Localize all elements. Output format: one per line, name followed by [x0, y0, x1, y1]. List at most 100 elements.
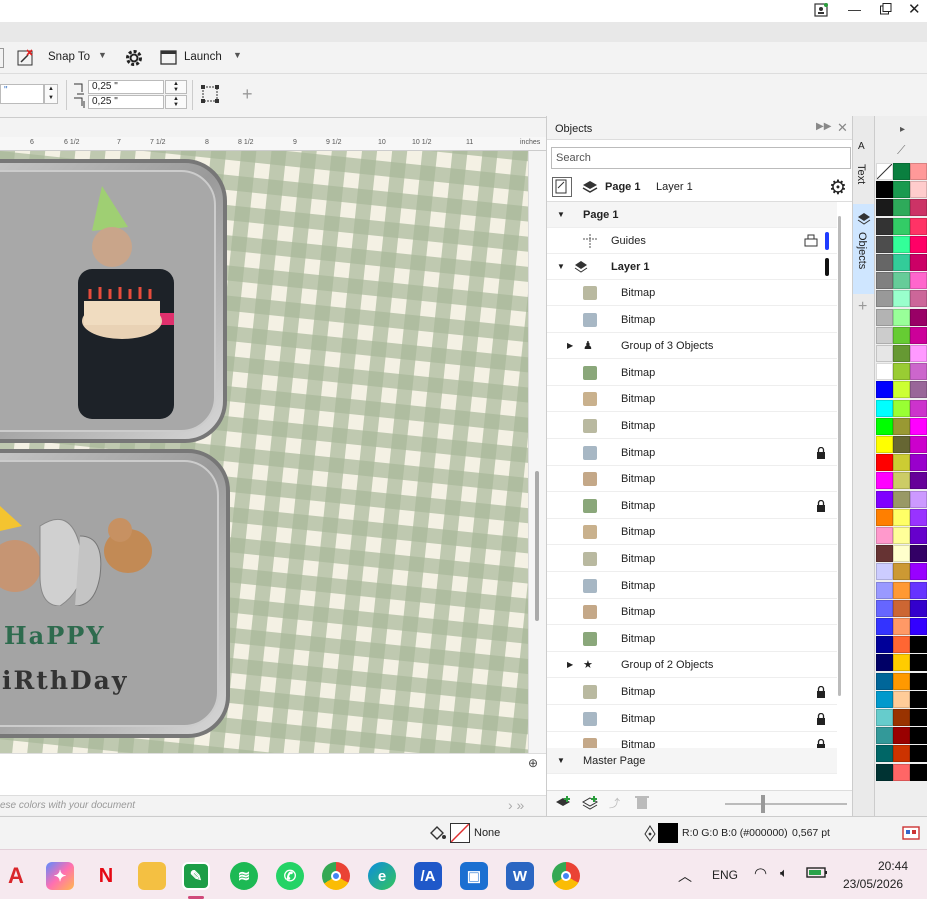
tree-guides-row[interactable]: Guides [547, 228, 837, 254]
color-swatch[interactable] [910, 345, 927, 362]
color-swatch[interactable] [910, 326, 927, 344]
color-swatch[interactable] [893, 690, 910, 708]
color-swatch[interactable] [876, 235, 893, 253]
color-swatch[interactable] [893, 545, 910, 563]
tree-layer-node[interactable]: ▼ Layer 1 [547, 254, 837, 280]
color-swatch[interactable] [910, 709, 927, 726]
lock-icon[interactable] [816, 499, 826, 512]
color-swatch[interactable] [893, 163, 910, 180]
color-swatch[interactable] [893, 381, 910, 399]
color-swatch[interactable] [893, 472, 910, 490]
color-swatch[interactable] [910, 599, 927, 617]
expand-caret-icon[interactable]: ▶ [567, 341, 573, 350]
tab-text[interactable]: Text [855, 164, 867, 184]
color-swatch[interactable] [893, 727, 910, 745]
color-swatch[interactable] [910, 199, 927, 217]
color-swatch[interactable] [876, 417, 893, 435]
color-swatch[interactable] [876, 436, 893, 453]
snap-to-chevron-icon[interactable]: ▼ [98, 50, 107, 60]
color-swatch[interactable] [893, 672, 910, 690]
coreldraw-icon[interactable]: ✎ [182, 862, 210, 890]
gear-icon[interactable] [124, 48, 144, 68]
color-swatch[interactable] [893, 490, 910, 508]
clock-date[interactable]: 23/05/2026 [843, 877, 903, 891]
tree-scroll-thumb[interactable] [838, 216, 841, 696]
color-swatch[interactable] [910, 399, 927, 417]
color-swatch[interactable] [876, 472, 893, 490]
color-swatch[interactable] [893, 290, 910, 308]
color-swatch[interactable] [893, 217, 910, 235]
birthday-boy-image[interactable] [0, 496, 170, 607]
color-swatch[interactable] [910, 181, 927, 199]
color-swatch[interactable] [876, 326, 893, 344]
color-swatch[interactable] [876, 563, 893, 581]
color-swatch[interactable] [910, 363, 927, 381]
delete-icon[interactable] [635, 794, 649, 813]
color-swatch[interactable] [910, 763, 927, 781]
chrome-icon[interactable] [322, 862, 350, 890]
nudge-x-stepper[interactable]: ▲ ▼ [165, 80, 187, 94]
edge-icon[interactable]: e [368, 862, 396, 890]
expand-caret-icon[interactable]: ▶ [567, 660, 573, 669]
position-field[interactable]: " [0, 84, 44, 104]
color-swatch[interactable] [893, 563, 910, 581]
color-swatch[interactable] [893, 436, 910, 453]
snap-to-label[interactable]: Snap To [48, 51, 90, 63]
tree-bitmap-row[interactable]: Bitmap [547, 307, 837, 333]
chrome-profile-icon[interactable] [552, 862, 580, 890]
tree-bitmap-row[interactable]: Bitmap [547, 599, 837, 626]
color-swatch[interactable] [876, 581, 893, 599]
nudge-y-field[interactable]: 0,25 " [88, 95, 164, 109]
color-swatch[interactable] [910, 417, 927, 435]
no-color-swatch[interactable] [876, 163, 893, 180]
add-icon[interactable]: + [242, 84, 253, 105]
color-swatch[interactable] [910, 472, 927, 490]
color-swatch[interactable] [876, 363, 893, 381]
color-swatch[interactable] [893, 636, 910, 654]
app-icon[interactable]: /A [414, 862, 442, 890]
tray-overflow-icon[interactable]: ︿ [678, 866, 692, 886]
eyedropper-icon[interactable]: ⟋ [897, 143, 905, 158]
add-docker-icon[interactable]: + [858, 298, 867, 316]
panel-close-icon[interactable]: ✕ [837, 120, 848, 136]
tree-bitmap-row[interactable]: Bitmap [547, 360, 837, 386]
launch-chevron-icon[interactable]: ▼ [233, 50, 242, 60]
palette-scroll-right-icon[interactable]: › » [508, 797, 524, 813]
expand-caret-icon[interactable]: ▼ [557, 756, 565, 765]
color-swatch[interactable] [876, 217, 893, 235]
netflix-icon[interactable]: N [92, 862, 120, 890]
color-swatch[interactable] [893, 581, 910, 599]
color-swatch[interactable] [910, 163, 927, 180]
current-page-label[interactable]: Page 1 [605, 181, 640, 193]
color-swatch[interactable] [876, 618, 893, 635]
tree-bitmap-row[interactable]: Bitmap [547, 706, 837, 732]
scroll-thumb[interactable] [535, 471, 539, 621]
slider-handle[interactable] [761, 795, 765, 813]
tree-bitmap-row[interactable]: Bitmap [547, 280, 837, 306]
color-swatch[interactable] [893, 326, 910, 344]
color-swatch[interactable] [876, 508, 893, 526]
tree-page-node[interactable]: ▼ Page 1 [547, 202, 837, 228]
whatsapp-icon[interactable]: ✆ [276, 862, 304, 890]
nudge-y-stepper[interactable]: ▲ ▼ [165, 95, 187, 109]
color-swatch[interactable] [893, 618, 910, 635]
lock-icon[interactable] [816, 685, 826, 698]
color-swatch[interactable] [876, 454, 893, 472]
color-swatch[interactable] [876, 399, 893, 417]
color-swatch[interactable] [893, 345, 910, 362]
launch-label[interactable]: Launch [184, 51, 222, 63]
color-swatch[interactable] [876, 181, 893, 199]
snap-off-icon[interactable] [16, 48, 36, 68]
color-swatch[interactable] [893, 599, 910, 617]
color-swatch[interactable] [876, 745, 893, 763]
document-canvas[interactable]: HaPPY iRthDay [0, 151, 528, 753]
tree-bitmap-row[interactable]: Bitmap [547, 573, 837, 599]
color-swatch[interactable] [910, 618, 927, 635]
color-swatch[interactable] [910, 690, 927, 708]
tree-bitmap-row[interactable]: Bitmap [547, 413, 837, 439]
adobe-acrobat-icon[interactable]: A [2, 862, 30, 890]
color-swatch[interactable] [893, 508, 910, 526]
birthday-man-image[interactable] [70, 181, 180, 421]
color-swatch[interactable] [893, 454, 910, 472]
zoom-icon[interactable]: ⊕ [528, 756, 538, 770]
